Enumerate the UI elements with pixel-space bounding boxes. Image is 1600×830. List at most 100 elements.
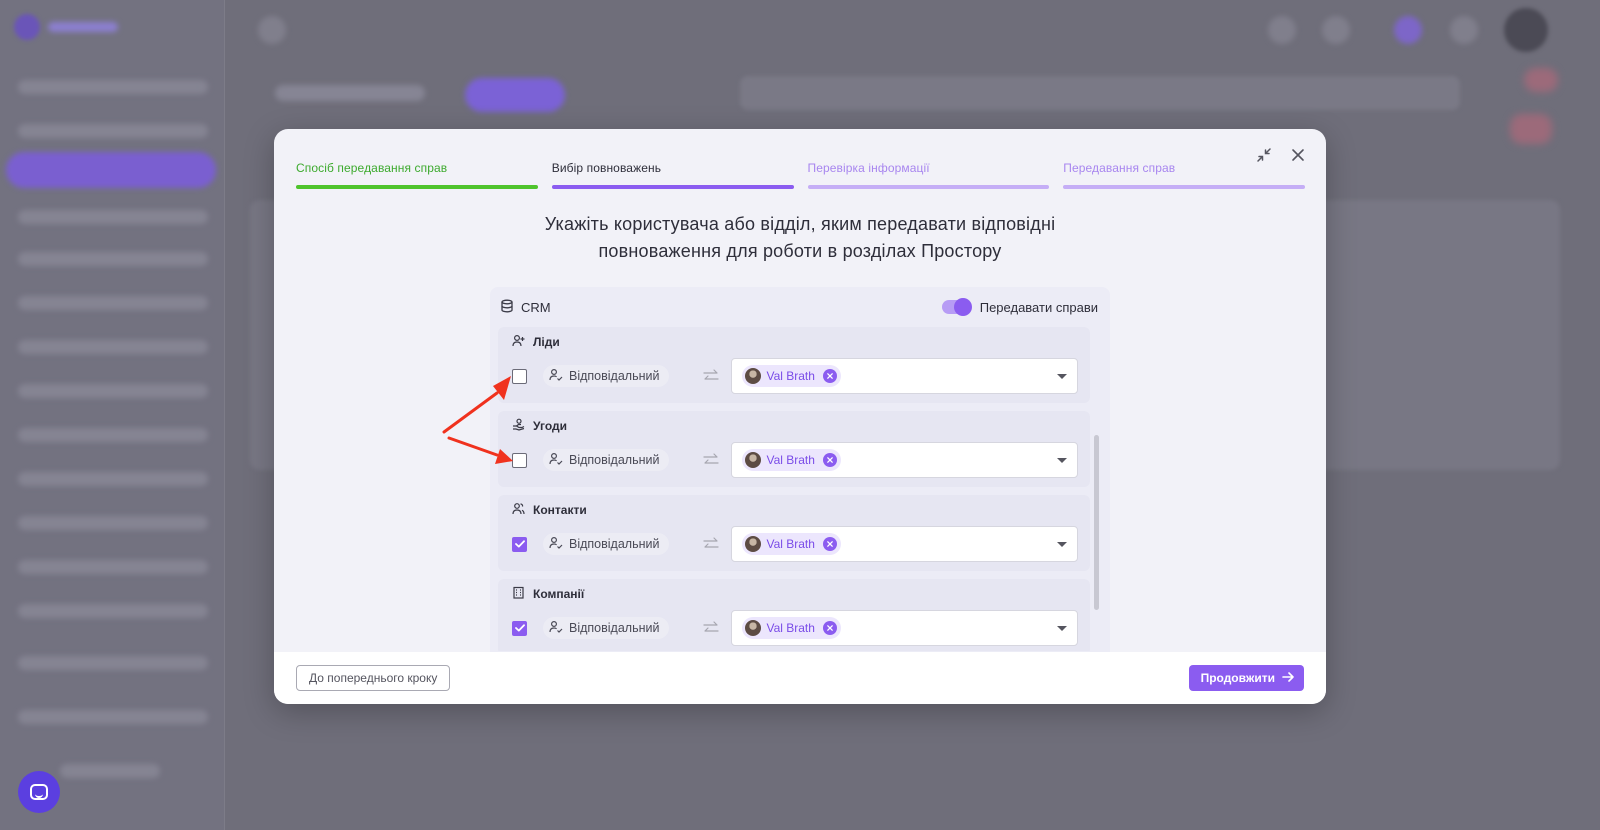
step-label: Перевірка інформації xyxy=(807,161,930,175)
user-chip: Val Brath xyxy=(742,617,841,639)
permission-row: Відповідальний Val Brath xyxy=(512,442,1078,478)
role-chip: Відповідальний xyxy=(543,449,670,471)
step-progress-bar xyxy=(296,185,538,189)
handshake-icon xyxy=(512,418,525,434)
transfer-cases-toggle-label: Передавати справи xyxy=(979,299,1098,315)
background-nav-item xyxy=(18,710,208,724)
user-check-icon xyxy=(549,452,563,468)
assignee-select[interactable]: Val Brath xyxy=(731,358,1078,394)
background-nav-item xyxy=(18,340,208,354)
section-companies: Компанії Відповідальний Val Brath xyxy=(498,579,1090,651)
step-label: Вибір повноважень xyxy=(551,161,662,175)
remove-user-icon[interactable] xyxy=(822,537,837,551)
background-nav-item xyxy=(18,428,208,442)
remove-user-icon[interactable] xyxy=(822,453,837,467)
background-search xyxy=(740,76,1460,110)
transfer-cases-toggle[interactable] xyxy=(941,298,972,316)
background-sidebar xyxy=(0,0,225,830)
avatar xyxy=(745,368,762,384)
background-nav-item xyxy=(18,516,208,530)
transfer-arrow-icon xyxy=(703,621,721,635)
section-title-text: Угоди xyxy=(533,419,568,433)
background-menu-button xyxy=(258,16,286,44)
chat-launcher-button[interactable] xyxy=(18,771,60,813)
permission-checkbox[interactable] xyxy=(512,536,527,552)
chat-icon xyxy=(30,784,48,800)
assignee-select[interactable]: Val Brath xyxy=(731,442,1078,478)
arrow-right-icon xyxy=(1282,671,1294,686)
background-toolbar-icon xyxy=(1322,16,1350,44)
transfer-cases-toggle-wrap: Передавати справи xyxy=(941,298,1098,316)
background-toolbar-icon xyxy=(1450,16,1478,44)
background-nav-item xyxy=(18,80,208,94)
crm-header: CRM Передавати справи xyxy=(490,287,1110,327)
section-title-text: Ліди xyxy=(533,335,560,349)
chevron-down-icon[interactable] xyxy=(1057,457,1067,463)
section-title: Ліди xyxy=(512,334,560,350)
chevron-down-icon[interactable] xyxy=(1057,373,1067,379)
transfer-arrow-icon xyxy=(703,369,721,383)
heading-line: повноваження для роботи в розділах Прост… xyxy=(598,241,1002,261)
background-toolbar-icon xyxy=(1394,16,1422,44)
permission-row: Відповідальний Val Brath xyxy=(512,526,1078,562)
remove-user-icon[interactable] xyxy=(822,369,837,383)
crm-card: CRM Передавати справи Ліди Відповідальни… xyxy=(490,287,1110,704)
step-label: Спосіб передавання справ xyxy=(296,161,448,175)
step-label: Передавання справ xyxy=(1063,161,1176,175)
assignee-select[interactable]: Val Brath xyxy=(731,610,1078,646)
background-badge xyxy=(1510,114,1552,144)
assignee-select[interactable]: Val Brath xyxy=(731,526,1078,562)
background-nav-item xyxy=(18,296,208,310)
permission-row: Відповідальний Val Brath xyxy=(512,358,1078,394)
permission-checkbox[interactable] xyxy=(512,368,527,384)
role-chip: Відповідальний xyxy=(543,617,670,639)
user-check-icon xyxy=(549,368,563,384)
crm-sections-scroll[interactable]: Ліди Відповідальний Val Brath Угоди Відп… xyxy=(490,327,1110,651)
permission-checkbox[interactable] xyxy=(512,620,527,636)
section-title: Угоди xyxy=(512,418,567,434)
background-nav-item xyxy=(18,124,208,138)
background-nav-item xyxy=(18,656,208,670)
continue-button[interactable]: Продовжити xyxy=(1188,665,1304,691)
permission-checkbox[interactable] xyxy=(512,452,527,468)
background-nav-item xyxy=(18,472,208,486)
background-badge xyxy=(1524,68,1558,92)
section-leads: Ліди Відповідальний Val Brath xyxy=(498,327,1090,403)
section-title: Компанії xyxy=(512,586,584,602)
avatar xyxy=(745,620,762,636)
chevron-down-icon[interactable] xyxy=(1057,541,1067,547)
role-label: Відповідальний xyxy=(569,537,660,551)
role-label: Відповідальний xyxy=(569,453,660,467)
transfer-arrow-icon xyxy=(703,453,721,467)
section-title-text: Компанії xyxy=(533,587,585,601)
stepper: Спосіб передавання справ Вибір повноваже… xyxy=(296,161,1305,189)
modal-heading: Укажіть користувача або відділ, яким пер… xyxy=(274,211,1326,265)
role-chip: Відповідальний xyxy=(543,533,670,555)
background-nav-item xyxy=(18,210,208,224)
background-nav-item xyxy=(18,560,208,574)
background-nav-item-active xyxy=(6,152,216,188)
scrollbar[interactable] xyxy=(1094,435,1099,610)
background-pill xyxy=(465,78,565,112)
user-name: Val Brath xyxy=(766,537,815,551)
users-icon xyxy=(512,502,525,518)
background-nav-item xyxy=(18,604,208,618)
transfer-modal: Спосіб передавання справ Вибір повноваже… xyxy=(274,129,1326,704)
role-label: Відповідальний xyxy=(569,621,660,635)
step-transfer-method: Спосіб передавання справ xyxy=(296,161,538,189)
crm-title: CRM xyxy=(500,299,551,316)
crm-title-text: CRM xyxy=(521,299,551,315)
step-review: Перевірка інформації xyxy=(807,161,1050,189)
background-logo-text xyxy=(48,22,118,32)
previous-step-button[interactable]: До попереднього кроку xyxy=(296,665,451,691)
section-deals: Угоди Відповідальний Val Brath xyxy=(498,411,1090,487)
background-nav-item xyxy=(60,764,160,778)
user-chip: Val Brath xyxy=(742,533,841,555)
step-transfer: Передавання справ xyxy=(1063,161,1305,189)
modal-footer: До попереднього кроку Продовжити xyxy=(274,652,1326,704)
step-permissions: Вибір повноважень xyxy=(551,161,794,189)
remove-user-icon[interactable] xyxy=(822,621,837,635)
step-progress-bar xyxy=(551,185,794,189)
chevron-down-icon[interactable] xyxy=(1057,625,1067,631)
background-avatar xyxy=(1504,8,1548,52)
